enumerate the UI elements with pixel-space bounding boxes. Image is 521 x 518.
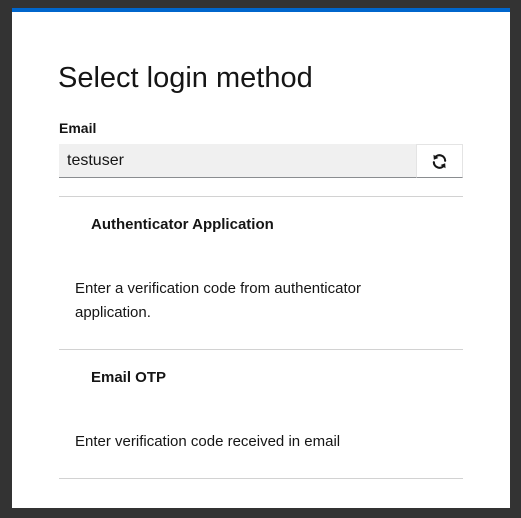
restart-login-button[interactable] bbox=[416, 144, 463, 178]
username-label: Email bbox=[59, 120, 97, 136]
window-frame: Select login method Email testuser Authe… bbox=[0, 0, 521, 518]
refresh-icon bbox=[432, 153, 447, 169]
attempted-username-value: testuser bbox=[67, 151, 124, 169]
page-title: Select login method bbox=[58, 62, 313, 94]
option-email-otp[interactable]: Email OTP Enter verification code receiv… bbox=[59, 350, 463, 478]
option-title: Email OTP bbox=[91, 369, 167, 386]
option-description: Enter verification code received in emai… bbox=[75, 433, 341, 450]
option-title: Authenticator Application bbox=[91, 216, 274, 233]
login-card: Select login method Email testuser Authe… bbox=[12, 8, 510, 508]
attempted-username-display: testuser bbox=[59, 144, 416, 178]
option-authenticator-application[interactable]: Authenticator Application Enter a verifi… bbox=[59, 197, 463, 349]
option-description: Enter a verification code from authentic… bbox=[75, 280, 361, 321]
divider bbox=[59, 478, 463, 479]
